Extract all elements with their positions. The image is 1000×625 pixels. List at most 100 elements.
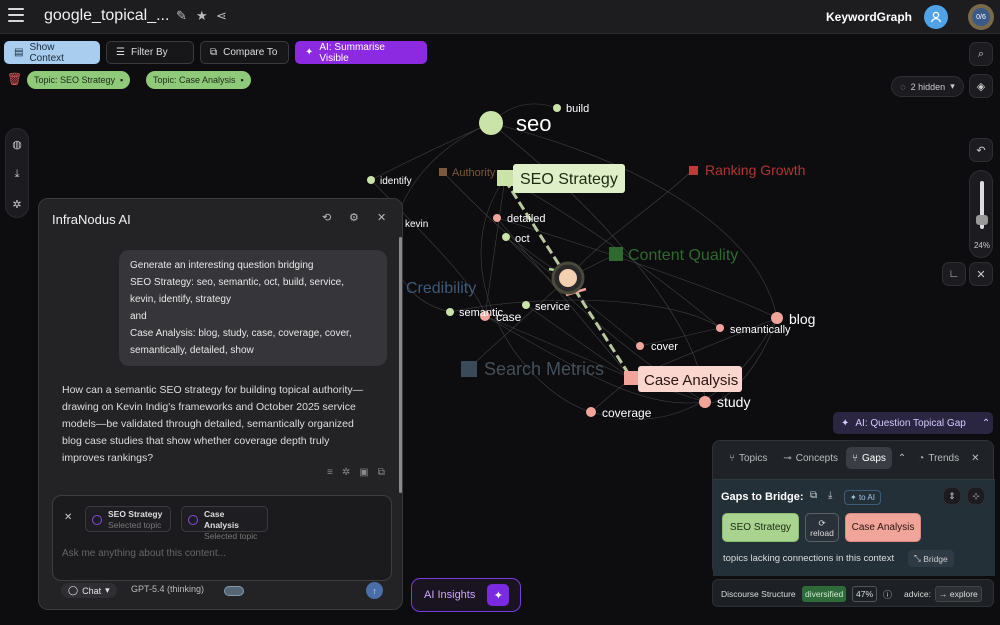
context-tag[interactable]: Case Analysis Selected topic — [181, 506, 268, 541]
graph-node[interactable] — [636, 342, 644, 350]
copy-icon[interactable]: ⧉ — [810, 490, 817, 501]
tab-gaps[interactable]: ⑂ Gaps — [846, 447, 892, 469]
document-title[interactable]: google_topical_... — [44, 7, 169, 25]
progress-badge[interactable]: 0/6 — [968, 4, 994, 30]
edit-icon[interactable]: ✎ — [176, 8, 187, 24]
ai-insights-button[interactable]: AI Insights ✦ — [411, 578, 521, 612]
sparkle-icon: ✦ — [841, 417, 850, 429]
discourse-status-badge[interactable]: diversified — [802, 586, 847, 602]
graph-icon[interactable]: ✲ — [342, 467, 350, 478]
gap-topic-a-button[interactable]: SEO Strategy — [722, 513, 799, 542]
topic-filter-chip[interactable]: Topic: SEO Strategy ▪ — [27, 71, 131, 89]
share-icon[interactable]: ⋖ — [216, 8, 227, 24]
graph-node[interactable] — [699, 396, 711, 408]
ai-summarise-button[interactable]: ✦ AI: Summarise Visible — [295, 41, 427, 64]
save-icon[interactable]: ▣ — [359, 467, 368, 478]
panel-title: InfraNodus AI — [52, 212, 131, 227]
close-icon[interactable]: ✕ — [377, 211, 386, 224]
explore-button[interactable]: → explore — [935, 586, 982, 602]
close-icon[interactable]: ✕ — [965, 447, 985, 469]
scrollbar[interactable] — [399, 237, 402, 493]
tab-label: Topics — [739, 452, 768, 464]
text-icon[interactable]: ≡ — [327, 467, 333, 478]
graph-node[interactable] — [553, 104, 561, 112]
topic-marker — [609, 247, 623, 261]
node-label: identify — [380, 176, 412, 187]
topic-filter-chip[interactable]: Topic: Case Analysis ▪ — [146, 71, 251, 89]
sparkle-icon: ✦ — [487, 584, 510, 606]
graph-node[interactable] — [586, 407, 596, 417]
chat-input[interactable]: Ask me anything about this content... — [62, 548, 226, 559]
history-icon[interactable]: ⟲ — [322, 211, 331, 224]
tab-label: Trends — [928, 452, 960, 464]
graph-node[interactable] — [624, 371, 638, 385]
message-actions: ≡ ✲ ▣ ⧉ — [327, 467, 385, 478]
graph-node[interactable] — [367, 176, 375, 184]
gaps-note: topics lacking connections in this conte… — [723, 553, 895, 564]
message-line: improves rankings? — [62, 452, 154, 464]
question-gap-button[interactable]: ✦ AI: Question Topical Gap ⌃ — [833, 412, 993, 434]
thinking-toggle[interactable] — [224, 586, 244, 596]
context-tag-name: Case Analysis — [204, 509, 239, 530]
compare-to-button[interactable]: ⧉ Compare To — [200, 41, 289, 64]
graph-node[interactable] — [479, 111, 503, 135]
graph-node[interactable] — [559, 269, 577, 287]
message-line: kevin, identify, strategy — [130, 294, 231, 305]
concepts-icon: ⊸ — [783, 452, 792, 464]
info-icon[interactable]: ⓘ — [883, 588, 892, 601]
compare-to-label: Compare To — [223, 47, 278, 58]
chevron-up-icon[interactable]: ⌃ — [982, 418, 990, 429]
topic-label: Case Analysis — [644, 372, 738, 389]
question-gap-label: AI: Question Topical Gap — [855, 417, 966, 429]
context-tag[interactable]: SEO Strategy Selected topic — [85, 506, 171, 532]
clear-context-icon[interactable]: ✕ — [64, 512, 72, 523]
send-icon[interactable]: ↑ — [366, 582, 383, 599]
collapse-icon[interactable]: ⊹ — [967, 487, 985, 505]
menu-icon[interactable] — [8, 8, 24, 22]
to-ai-button[interactable]: ✦ to AI — [844, 490, 881, 505]
graph-node[interactable] — [493, 214, 501, 222]
top-bar: google_topical_... ✎ ★ ⋖ KeywordGraph 0/… — [0, 0, 1000, 34]
gear-icon[interactable]: ⚙ — [349, 211, 359, 224]
topic-label: Content Quality — [628, 247, 738, 264]
message-line: How can a semantic SEO strategy for buil… — [62, 384, 364, 396]
model-selector[interactable]: GPT-5.4 (thinking) — [131, 584, 204, 594]
discourse-percent: 47% — [852, 586, 878, 602]
delete-icon[interactable]: ▪ — [241, 75, 244, 85]
context-tag-name: SEO Strategy — [108, 509, 163, 519]
reload-button[interactable]: ⟳ reload — [805, 513, 839, 542]
gap-topic-b-button[interactable]: Case Analysis — [845, 513, 921, 542]
tab-topics[interactable]: ⑂ Topics — [723, 447, 773, 469]
message-line: and — [130, 311, 147, 322]
node-label: oct — [515, 233, 530, 245]
graph-node[interactable] — [771, 312, 783, 324]
graph-node[interactable] — [497, 170, 513, 186]
node-label: study — [717, 394, 750, 410]
node-label: detailed — [507, 213, 546, 225]
tab-label: Gaps — [862, 452, 886, 464]
graph-node[interactable] — [522, 301, 530, 309]
message-line: drawing on Kevin Indig's frameworks and … — [62, 401, 356, 413]
show-context-button[interactable]: ▤ Show Context — [4, 41, 100, 64]
mode-dropdown[interactable]: ◯ Chat ▾ — [61, 583, 117, 598]
context-tag-sub: Selected topic — [108, 520, 162, 530]
star-icon[interactable]: ★ — [196, 8, 208, 24]
user-avatar-icon[interactable] — [924, 5, 948, 29]
gaps-title: Gaps to Bridge: — [721, 491, 804, 503]
tab-concepts[interactable]: ⊸ Concepts — [777, 447, 844, 469]
delete-icon[interactable]: ▪ — [120, 75, 123, 85]
expand-vertical-icon[interactable]: ⇕ — [943, 487, 961, 505]
graph-node[interactable] — [446, 308, 454, 316]
show-context-label: Show Context — [29, 41, 64, 64]
download-icon[interactable]: ⤓ — [828, 490, 832, 501]
graph-node[interactable] — [502, 233, 510, 241]
filter-by-button[interactable]: ☰ Filter By — [106, 41, 194, 64]
search-icon[interactable]: ⌕ — [969, 42, 993, 66]
trash-icon[interactable]: 🗑 — [7, 72, 22, 86]
graph-node[interactable] — [716, 324, 724, 332]
copy-icon[interactable]: ⧉ — [378, 467, 385, 478]
document-icon: ▤ — [14, 47, 24, 58]
bridge-button[interactable]: ⤡ Bridge — [908, 550, 954, 567]
collapse-icon[interactable]: ⌃ — [892, 447, 912, 469]
tab-trends[interactable]: ◔ Trends — [912, 447, 965, 469]
